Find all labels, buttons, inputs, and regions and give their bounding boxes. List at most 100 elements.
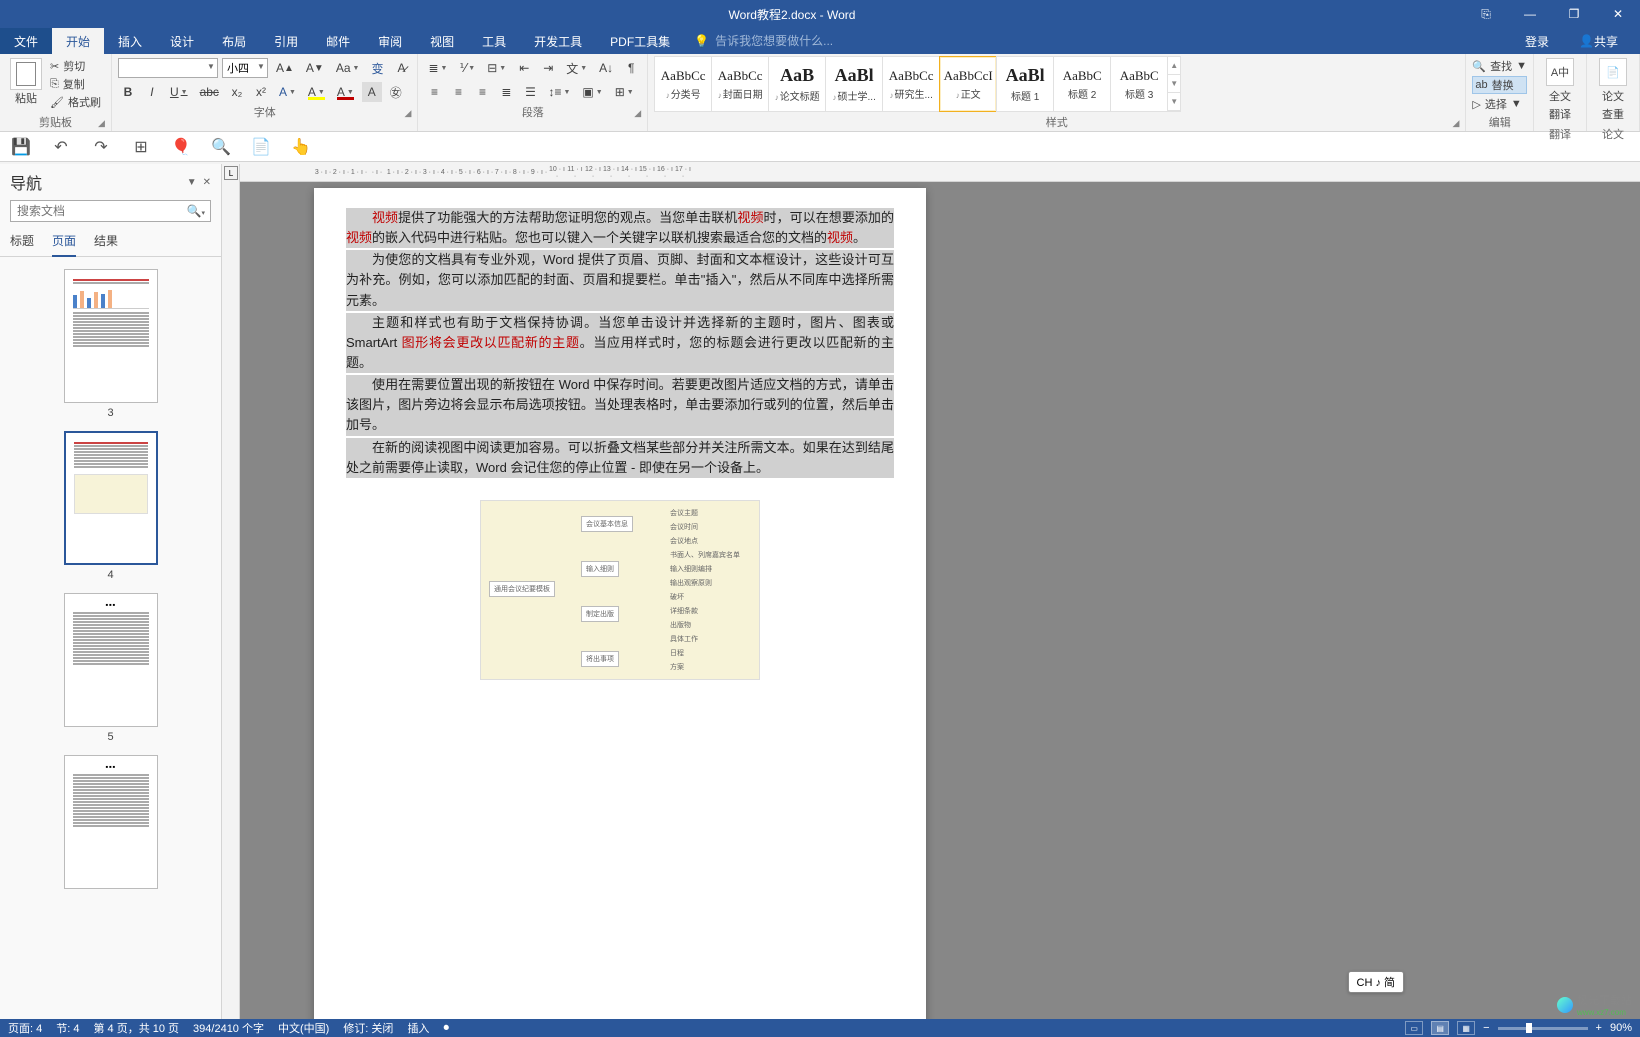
paper-check-button[interactable]: 📄 论文查重 <box>1593 56 1633 124</box>
zoom-slider[interactable] <box>1498 1027 1588 1030</box>
align-right-button[interactable]: ≡ <box>472 82 492 102</box>
status-page-of[interactable]: 第 4 页，共 10 页 <box>93 1020 179 1036</box>
font-name-input[interactable] <box>118 58 218 78</box>
print-layout-button[interactable]: ▤ <box>1431 1021 1449 1035</box>
superscript-button[interactable]: x² <box>251 82 271 102</box>
page[interactable]: 视频提供了功能强大的方法帮助您证明您的观点。当您单击联机视频时，可以在想要添加的… <box>314 188 926 1019</box>
font-color-button[interactable]: A▼ <box>333 82 358 102</box>
tab-references[interactable]: 引用 <box>260 28 312 54</box>
nav-search-input[interactable] <box>10 200 211 222</box>
paragraph[interactable]: 使用在需要位置出现的新按钮在 Word 中保存时间。若要更改图片适应文档的方式，… <box>346 375 894 435</box>
tab-home[interactable]: 开始 <box>52 28 104 54</box>
align-left-button[interactable]: ≡ <box>424 82 444 102</box>
share-button[interactable]: 👤共享 <box>1565 28 1632 54</box>
subscript-button[interactable]: x₂ <box>227 82 247 102</box>
decrease-indent-button[interactable]: ⇤ <box>514 58 534 78</box>
enclose-char-button[interactable]: ㊛ <box>386 82 406 102</box>
show-marks-button[interactable]: ¶ <box>621 58 641 78</box>
tab-view[interactable]: 视图 <box>416 28 468 54</box>
page-thumbnail[interactable]: ■ ■ ■5 <box>64 593 158 743</box>
nav-tab-results[interactable]: 结果 <box>94 228 118 256</box>
style-card[interactable]: AaBl标题 1 <box>996 56 1054 112</box>
tab-pdf[interactable]: PDF工具集 <box>596 28 684 54</box>
tab-review[interactable]: 审阅 <box>364 28 416 54</box>
tab-mailings[interactable]: 邮件 <box>312 28 364 54</box>
paragraph[interactable]: 在新的阅读视图中阅读更加容易。可以折叠文档某些部分并关注所需文本。如果在达到结尾… <box>346 438 894 478</box>
vertical-ruler[interactable] <box>222 182 240 1019</box>
highlight-button[interactable]: A▼ <box>304 82 329 102</box>
styles-launcher-icon[interactable]: ◢ <box>1452 118 1459 129</box>
read-mode-button[interactable]: ▭ <box>1405 1021 1423 1035</box>
numbering-button[interactable]: ⅟▼ <box>455 58 479 78</box>
save-button[interactable]: 💾 <box>12 138 30 156</box>
justify-button[interactable]: ≣ <box>496 82 516 102</box>
style-card[interactable]: AaBbC标题 2 <box>1053 56 1111 112</box>
shading-button[interactable]: ▣▼ <box>578 82 606 102</box>
ribbon-display-options-icon[interactable]: ⎘ <box>1464 0 1508 28</box>
style-card[interactable]: AaB♪论文标题 <box>768 56 826 112</box>
tab-insert[interactable]: 插入 <box>104 28 156 54</box>
page-thumbnail[interactable]: 3 <box>64 269 158 419</box>
cut-button[interactable]: ✂剪切 <box>50 58 101 74</box>
zoom-level[interactable]: 90% <box>1610 1022 1632 1034</box>
status-language[interactable]: 中文(中国) <box>278 1020 329 1036</box>
tab-tools[interactable]: 工具 <box>468 28 520 54</box>
styles-up-icon[interactable]: ▲ <box>1168 57 1180 75</box>
align-center-button[interactable]: ≡ <box>448 82 468 102</box>
nav-options-icon[interactable]: ▼ <box>187 177 197 188</box>
chevron-down-icon[interactable]: ▼ <box>207 62 215 71</box>
close-icon[interactable]: ✕ <box>1596 0 1640 28</box>
distributed-button[interactable]: ☰ <box>520 82 540 102</box>
style-card[interactable]: AaBbCcI♪正文 <box>939 56 997 112</box>
tab-layout[interactable]: 布局 <box>208 28 260 54</box>
phonetic-guide-button[interactable]: 变 <box>367 58 387 78</box>
ime-indicator[interactable]: CH ♪ 简 <box>1348 971 1405 993</box>
font-launcher-icon[interactable]: ◢ <box>405 108 412 119</box>
maximize-icon[interactable]: ❐ <box>1552 0 1596 28</box>
format-painter-button[interactable]: 🖌格式刷 <box>50 94 101 110</box>
nav-close-icon[interactable]: ✕ <box>203 177 211 188</box>
find-icon[interactable]: 🔍 <box>212 138 230 156</box>
bold-button[interactable]: B <box>118 82 138 102</box>
clipboard-launcher-icon[interactable]: ◢ <box>98 118 105 129</box>
style-card[interactable]: AaBbC标题 3 <box>1110 56 1168 112</box>
text-effects-button[interactable]: A▼ <box>275 82 300 102</box>
style-card[interactable]: AaBbCc♪分类号 <box>654 56 712 112</box>
nav-tab-pages[interactable]: 页面 <box>52 228 76 257</box>
grow-font-button[interactable]: A▲ <box>272 58 298 78</box>
undo-button[interactable]: ↶ <box>52 138 70 156</box>
change-case-button[interactable]: Aa▼ <box>332 58 364 78</box>
paste-button[interactable]: 粘贴 <box>6 56 46 112</box>
tell-me-search[interactable]: 💡 <box>684 34 1511 48</box>
tab-developer[interactable]: 开发工具 <box>520 28 596 54</box>
bullets-button[interactable]: ≣▼ <box>424 58 451 78</box>
status-page[interactable]: 页面: 4 <box>8 1020 42 1036</box>
increase-indent-button[interactable]: ⇥ <box>538 58 558 78</box>
style-card[interactable]: AaBbCc♪研究生... <box>882 56 940 112</box>
tell-me-input[interactable] <box>715 34 895 48</box>
select-button[interactable]: ▷选择▼ <box>1472 96 1527 112</box>
shrink-font-button[interactable]: A▼ <box>302 58 328 78</box>
minimize-icon[interactable]: — <box>1508 0 1552 28</box>
login-button[interactable]: 登录 <box>1511 28 1563 54</box>
styles-scrollbar[interactable]: ▲ ▼ ▼ <box>1167 56 1181 112</box>
borders-button[interactable]: ⊞▼ <box>611 82 638 102</box>
paragraph[interactable]: 视频提供了功能强大的方法帮助您证明您的观点。当您单击联机视频时，可以在想要添加的… <box>346 208 894 248</box>
style-card[interactable]: AaBl♪硕士学... <box>825 56 883 112</box>
clear-formatting-button[interactable]: A̷ <box>391 58 411 78</box>
char-shading-button[interactable]: A <box>362 82 382 102</box>
nav-tab-headings[interactable]: 标题 <box>10 228 34 256</box>
sort-button[interactable]: A↓ <box>595 58 617 78</box>
print-preview-icon[interactable]: 📄 <box>252 138 270 156</box>
paragraph[interactable]: 主题和样式也有助于文档保持协调。当您单击设计并选择新的主题时，图片、图表或 Sm… <box>346 313 894 373</box>
asian-layout-button[interactable]: 文▼ <box>562 58 591 78</box>
translate-button[interactable]: A中 全文翻译 <box>1540 56 1580 124</box>
macro-record-icon[interactable]: ⏺ <box>443 1022 449 1035</box>
paragraph-launcher-icon[interactable]: ◢ <box>634 108 641 119</box>
zoom-in-button[interactable]: + <box>1596 1022 1602 1034</box>
find-button[interactable]: 🔍查找▼ <box>1472 58 1527 74</box>
page-thumbnail[interactable]: ■ ■ ■ <box>64 755 158 893</box>
embedded-diagram[interactable]: 通用会议纪要模板会议基本信息输入细则制定出版将出事项会议主题会议时间会议地点书面… <box>480 500 760 680</box>
status-insert-mode[interactable]: 插入 <box>407 1020 429 1036</box>
underline-button[interactable]: U▼ <box>166 82 192 102</box>
